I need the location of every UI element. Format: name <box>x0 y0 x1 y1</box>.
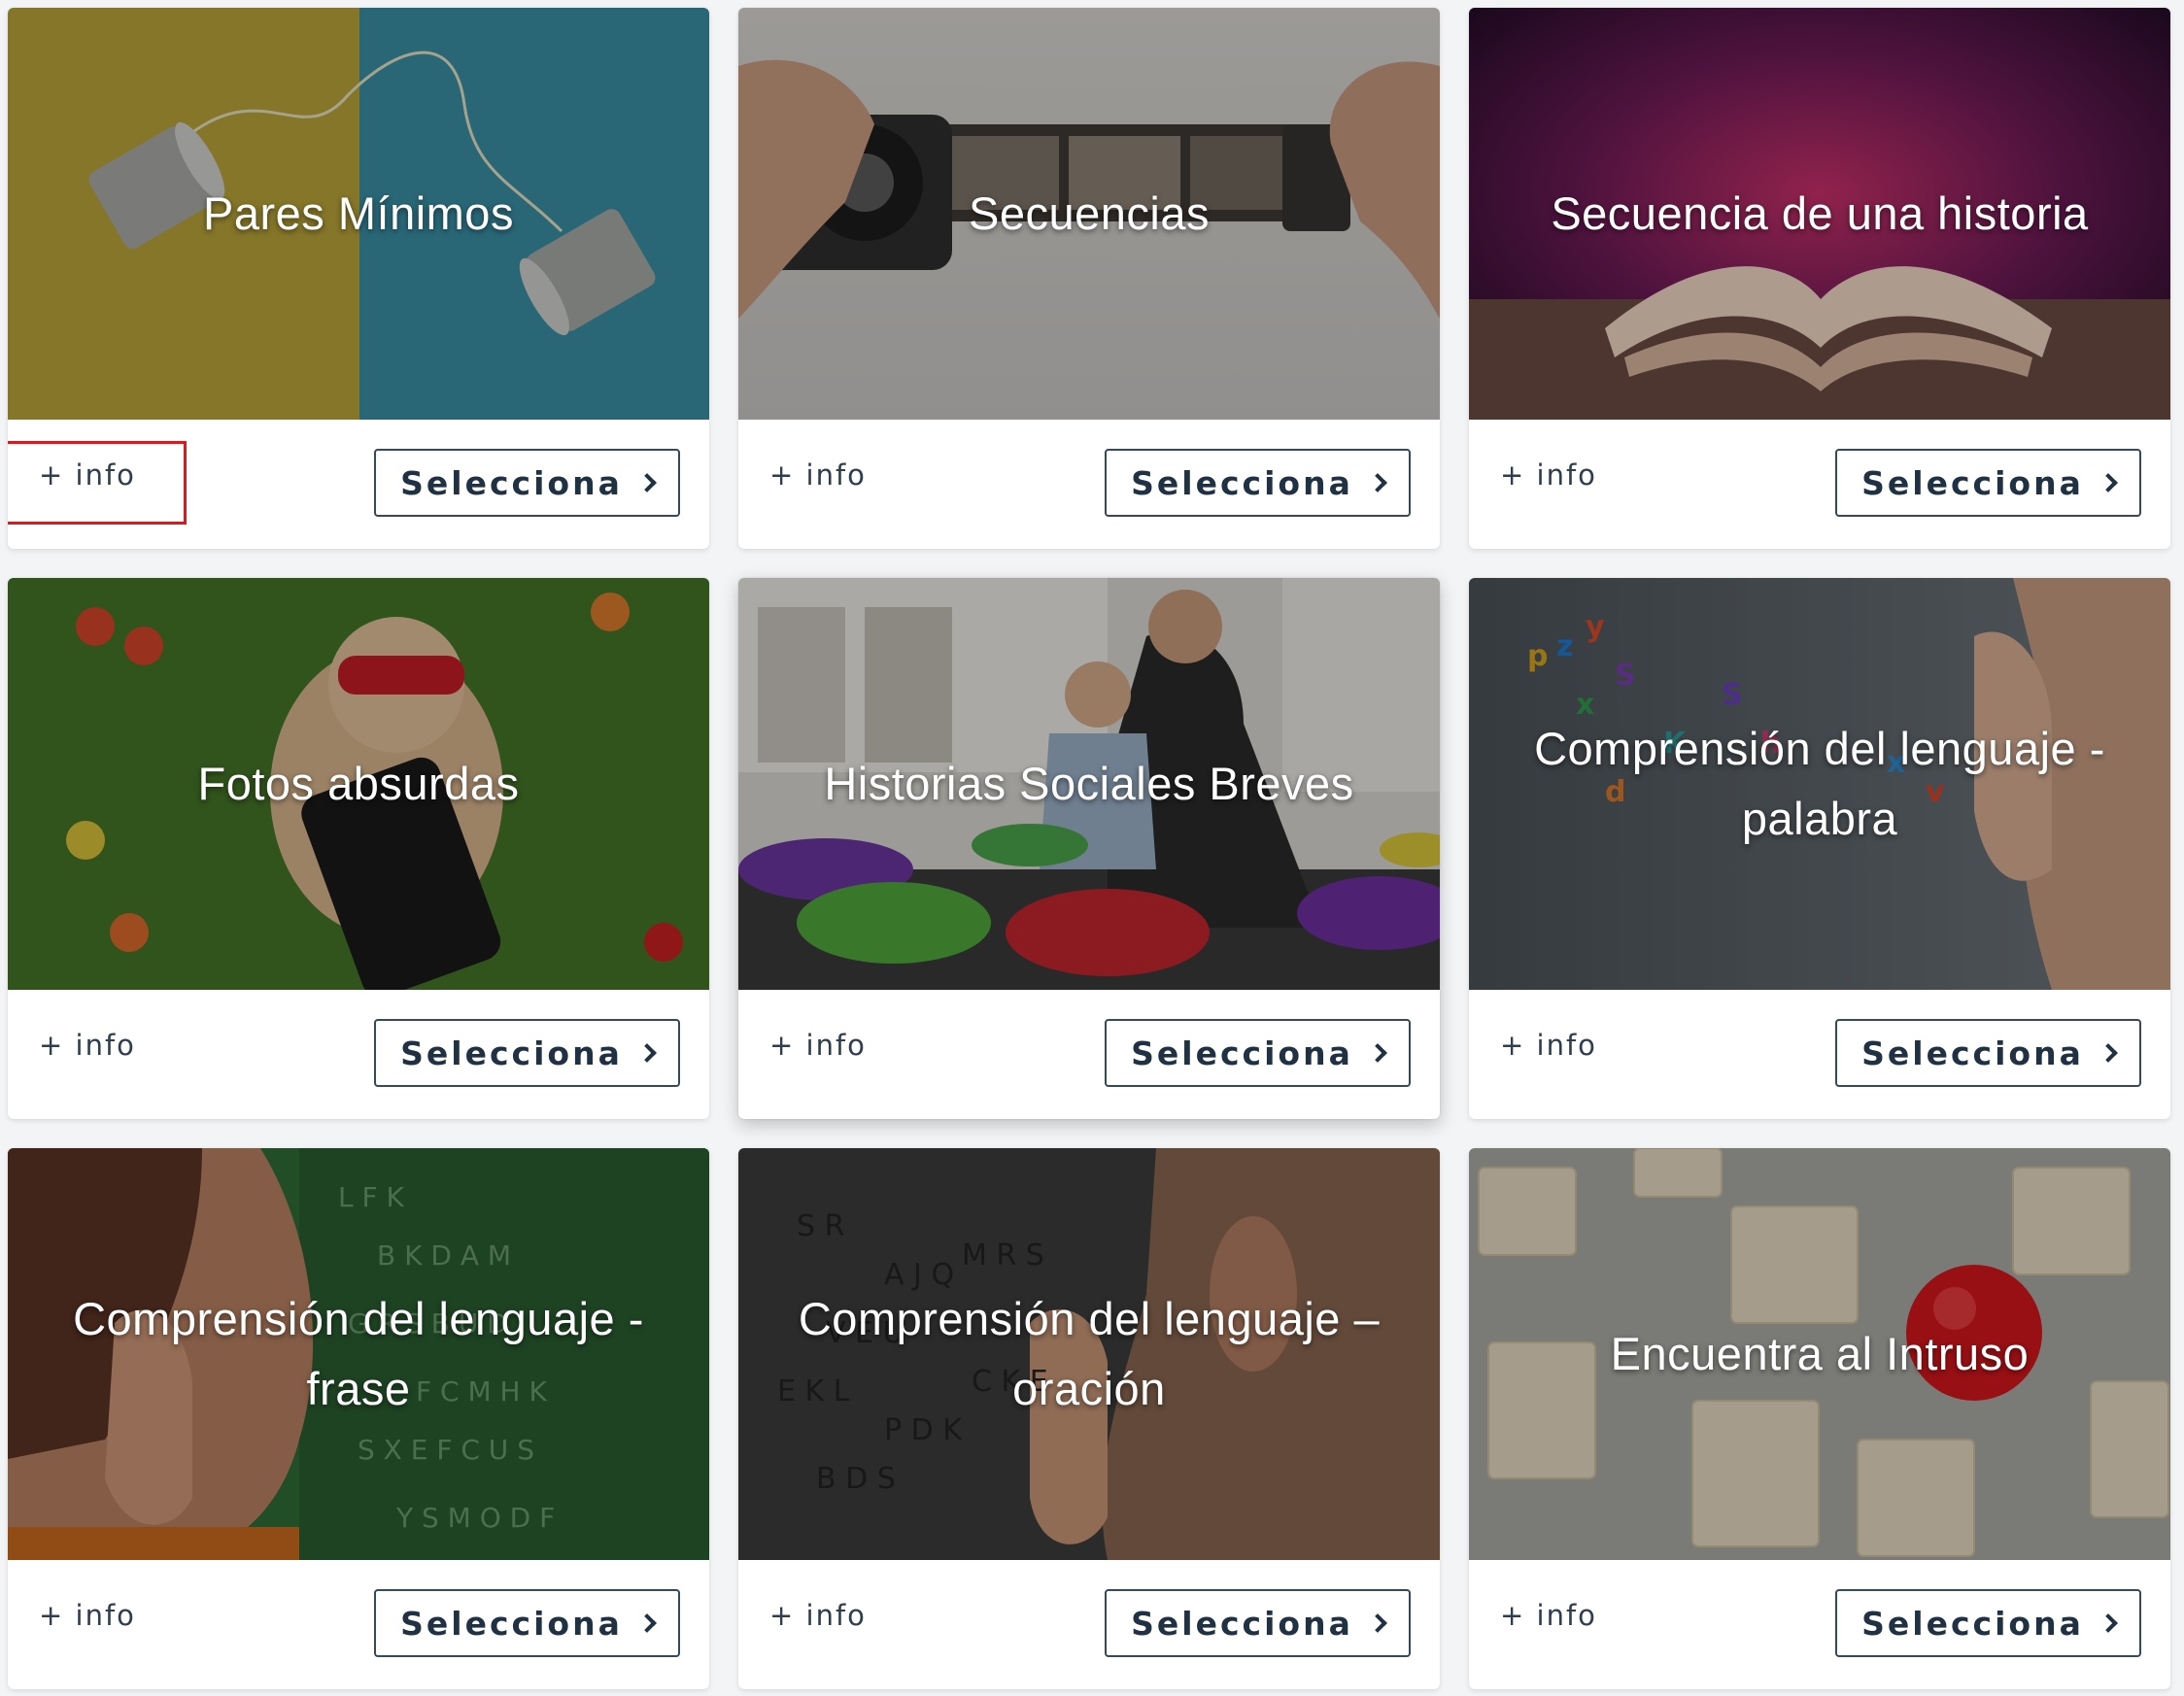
card-title: Fotos absurdas <box>197 758 520 809</box>
chevron-right-icon <box>1367 1613 1387 1633</box>
card-thumbnail[interactable]: Historias Sociales Breves <box>738 578 1440 990</box>
chevron-right-icon <box>2098 1043 2118 1063</box>
more-info-link[interactable]: + info <box>769 1029 867 1062</box>
card-footer: + info Selecciona <box>1469 420 2170 549</box>
card-title: Comprensión del lenguaje - frase <box>73 1293 644 1414</box>
more-info-link[interactable]: + info <box>39 1029 136 1062</box>
card-footer: + info Selecciona <box>1469 1560 2170 1689</box>
chevron-right-icon <box>636 473 657 492</box>
card-footer: + info Selecciona <box>8 420 709 549</box>
select-button[interactable]: Selecciona <box>374 1019 680 1087</box>
card-title: Encuentra al Intruso <box>1610 1328 2030 1379</box>
select-button-label: Selecciona <box>1131 463 1353 502</box>
activity-card-secuencia-historia: Secuencia de una historia + info Selecci… <box>1469 8 2170 549</box>
select-button[interactable]: Selecciona <box>1835 449 2141 517</box>
more-info-link[interactable]: + info <box>769 458 867 492</box>
card-title: Pares Mínimos <box>203 187 514 239</box>
activity-card-encuentra-intruso: Encuentra al Intruso + info Selecciona <box>1469 1148 2170 1689</box>
select-button-label: Selecciona <box>400 1604 623 1643</box>
more-info-link[interactable]: + info <box>1500 458 1597 492</box>
card-thumbnail[interactable]: z y S p x S h x v d K Comprensión del le… <box>1469 578 2170 990</box>
card-title: Secuencia de una historia <box>1551 187 2089 239</box>
select-button[interactable]: Selecciona <box>1105 449 1411 517</box>
card-thumbnail[interactable]: Secuencia de una historia <box>1469 8 2170 420</box>
activity-grid: Pares Mínimos + info Selecciona Secuenci… <box>8 8 2170 1689</box>
more-info-link[interactable]: + info <box>1500 1029 1597 1062</box>
card-thumbnail[interactable]: S R A J Q V E U E K L P D K B D S C K E … <box>738 1148 1440 1560</box>
activity-card-fotos-absurdas: Fotos absurdas + info Selecciona <box>8 578 709 1119</box>
card-title: Secuencias <box>969 187 1210 239</box>
activity-card-comprension-oracion: S R A J Q V E U E K L P D K B D S C K E … <box>738 1148 1440 1689</box>
select-button[interactable]: Selecciona <box>374 1589 680 1657</box>
activity-card-secuencias: Secuencias + info Selecciona <box>738 8 1440 549</box>
more-info-link[interactable]: + info <box>769 1599 867 1632</box>
select-button-label: Selecciona <box>1131 1604 1353 1643</box>
card-footer: + info Selecciona <box>1469 990 2170 1119</box>
card-title: Historias Sociales Breves <box>824 758 1354 809</box>
card-footer: + info Selecciona <box>738 420 1440 549</box>
card-thumbnail[interactable]: Fotos absurdas <box>8 578 709 990</box>
card-thumbnail[interactable]: Encuentra al Intruso <box>1469 1148 2170 1560</box>
chevron-right-icon <box>1367 473 1387 492</box>
activity-card-historias-sociales: Historias Sociales Breves + info Selecci… <box>738 578 1440 1119</box>
activity-card-comprension-frase: L F K B K D A M G R S B U D F C M H K S … <box>8 1148 709 1689</box>
activity-card-pares-minimos: Pares Mínimos + info Selecciona <box>8 8 709 549</box>
more-info-link[interactable]: + info <box>39 458 136 492</box>
select-button[interactable]: Selecciona <box>1105 1589 1411 1657</box>
chevron-right-icon <box>636 1043 657 1063</box>
card-footer: + info Selecciona <box>8 1560 709 1689</box>
select-button[interactable]: Selecciona <box>1105 1019 1411 1087</box>
card-title: Comprensión del lenguaje - palabra <box>1534 723 2105 844</box>
card-footer: + info Selecciona <box>738 990 1440 1119</box>
select-button-label: Selecciona <box>400 463 623 502</box>
select-button-label: Selecciona <box>400 1034 623 1072</box>
card-thumbnail[interactable]: L F K B K D A M G R S B U D F C M H K S … <box>8 1148 709 1560</box>
card-thumbnail[interactable]: Pares Mínimos <box>8 8 709 420</box>
chevron-right-icon <box>1367 1043 1387 1063</box>
select-button[interactable]: Selecciona <box>1835 1019 2141 1087</box>
card-thumbnail[interactable]: Secuencias <box>738 8 1440 420</box>
select-button[interactable]: Selecciona <box>1835 1589 2141 1657</box>
select-button-label: Selecciona <box>1861 1604 2084 1643</box>
chevron-right-icon <box>2098 1613 2118 1633</box>
select-button-label: Selecciona <box>1861 1034 2084 1072</box>
card-title: Comprensión del lenguaje – oración <box>798 1293 1381 1414</box>
card-footer: + info Selecciona <box>8 990 709 1119</box>
more-info-link[interactable]: + info <box>39 1599 136 1632</box>
chevron-right-icon <box>636 1613 657 1633</box>
more-info-link[interactable]: + info <box>1500 1599 1597 1632</box>
select-button-label: Selecciona <box>1131 1034 1353 1072</box>
chevron-right-icon <box>2098 473 2118 492</box>
select-button-label: Selecciona <box>1861 463 2084 502</box>
select-button[interactable]: Selecciona <box>374 449 680 517</box>
activity-card-comprension-palabra: z y S p x S h x v d K Comprensión del le… <box>1469 578 2170 1119</box>
card-footer: + info Selecciona <box>738 1560 1440 1689</box>
